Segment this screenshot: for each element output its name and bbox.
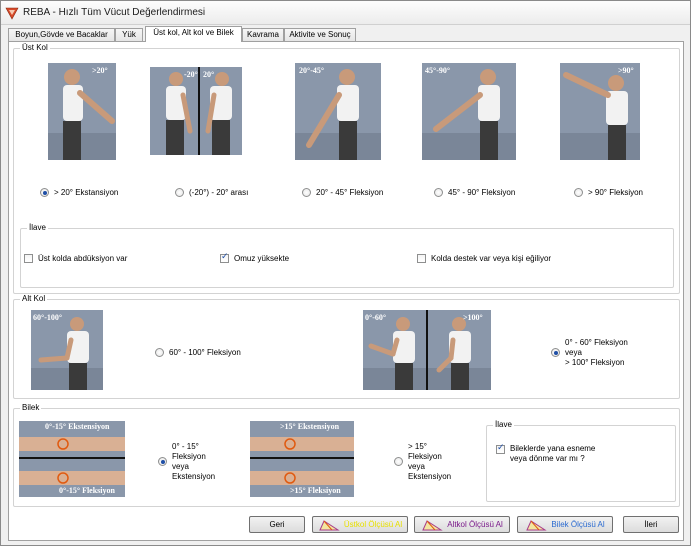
- upper-arm-extension-image: >20°: [48, 63, 116, 160]
- upper-arm-flexion-45-90-image: 45°-90°: [422, 63, 516, 160]
- lower-arm-other-overlay-right: >100°: [463, 313, 483, 322]
- wrist-0-15-image: 0°-15° Ekstensiyon 0°-15° Fleksiyon: [19, 421, 125, 497]
- wrist-over-15-label-line2[interactable]: Fleksiyon: [408, 452, 442, 462]
- abduction-checkbox[interactable]: [24, 254, 33, 263]
- next-button[interactable]: İleri: [623, 516, 679, 533]
- wrist-twist-label-line2[interactable]: veya dönme var mı ?: [510, 454, 585, 464]
- wrist-measure-label: Bilek Ölçüsü Al: [551, 520, 605, 529]
- lower-arm-60-100-overlay: 60°-100°: [33, 313, 63, 322]
- upper-arm-extension-overlay: >20°: [92, 66, 108, 75]
- lower-arm-measure-button[interactable]: Altkol Ölçüsü Al: [414, 516, 510, 533]
- window-title: REBA - Hızlı Tüm Vücut Değerlendirmesi: [23, 7, 206, 18]
- upper-arm-flexion-90-label[interactable]: > 90° Fleksiyon: [588, 188, 643, 198]
- arm-supported-checkbox[interactable]: [417, 254, 426, 263]
- wrist-0-15-overlay-bottom: 0°-15° Fleksiyon: [59, 486, 115, 495]
- tab-neck-trunk-legs[interactable]: Boyun,Gövde ve Bacaklar: [8, 28, 115, 42]
- lower-arm-group: Alt Kol 60°-100° 60° - 100° Fleksiyon 0°…: [13, 294, 680, 399]
- wrist-0-15-overlay-top: 0°-15° Ekstensiyon: [45, 422, 110, 431]
- wrist-over-15-radio[interactable]: [394, 457, 403, 466]
- upper-arm-flexion-45-90-overlay: 45°-90°: [425, 66, 451, 75]
- wrist-over-15-overlay-top: >15° Ekstensiyon: [280, 422, 340, 431]
- lower-arm-other-radio[interactable]: [551, 348, 560, 357]
- lower-arm-60-100-image: 60°-100°: [31, 310, 103, 390]
- protractor-icon: [526, 519, 548, 530]
- wrist-twist-checkbox[interactable]: [496, 443, 505, 454]
- lower-arm-legend: Alt Kol: [20, 294, 48, 303]
- upper-arm-legend: Üst Kol: [20, 43, 50, 52]
- tab-load[interactable]: Yük: [115, 28, 143, 42]
- upper-arm-extra-group: İlave Üst kolda abdüksiyon var Omuz yüks…: [20, 223, 674, 288]
- upper-arm-neutral-image: -20° 20°: [150, 67, 242, 155]
- protractor-icon: [422, 519, 443, 530]
- app-window: REBA - Hızlı Tüm Vücut Değerlendirmesi B…: [0, 0, 691, 546]
- tab-upper-lower-arm-wrist[interactable]: Üst kol, Alt kol ve Bilek: [145, 26, 242, 42]
- wrist-0-15-label-line4[interactable]: Ekstensiyon: [172, 472, 215, 482]
- upper-arm-flexion-20-45-overlay: 20°-45°: [299, 66, 325, 75]
- tab-activity-result[interactable]: Aktivite ve Sonuç: [284, 28, 356, 42]
- upper-arm-measure-button[interactable]: Üstkol Ölçüsü Al: [312, 516, 408, 533]
- shoulder-raised-label[interactable]: Omuz yüksekte: [234, 254, 289, 264]
- wrist-0-15-label-line2[interactable]: Fleksiyon: [172, 452, 206, 462]
- upper-arm-neutral-overlay-right: 20°: [203, 70, 215, 79]
- wrist-measure-button[interactable]: Bilek Ölçüsü Al: [517, 516, 613, 533]
- upper-arm-flexion-45-90-radio[interactable]: [434, 188, 443, 197]
- arm-supported-label[interactable]: Kolda destek var veya kişi eğiliyor: [431, 254, 551, 264]
- wrist-over-15-image: >15° Ekstensiyon >15° Fleksiyon: [250, 421, 354, 497]
- wrist-legend: Bilek: [20, 403, 42, 412]
- next-button-label: İleri: [644, 520, 658, 529]
- upper-arm-neutral-label[interactable]: (-20°) - 20° arası: [189, 188, 248, 198]
- upper-arm-flexion-45-90-label[interactable]: 45° - 90° Fleksiyon: [448, 188, 515, 198]
- upper-arm-flexion-90-radio[interactable]: [574, 188, 583, 197]
- wrist-extra-legend: İlave: [493, 420, 514, 429]
- abduction-label[interactable]: Üst kolda abdüksiyon var: [38, 254, 127, 264]
- wrist-over-15-label-line1[interactable]: > 15°: [408, 442, 427, 452]
- upper-arm-extension-label[interactable]: > 20° Ekstansiyon: [54, 188, 118, 198]
- tab-content: Üst Kol >20° -20° 20° 20°-45° 45°-90° >9…: [8, 41, 684, 541]
- back-button-label: Geri: [269, 520, 285, 529]
- upper-arm-flexion-20-45-label[interactable]: 20° - 45° Fleksiyon: [316, 188, 383, 198]
- wrist-over-15-label-line4[interactable]: Ekstensiyon: [408, 472, 451, 482]
- upper-arm-flexion-20-45-radio[interactable]: [302, 188, 311, 197]
- shoulder-raised-checkbox[interactable]: [220, 252, 229, 263]
- wrist-twist-label-line1[interactable]: Bileklerde yana esneme: [510, 444, 595, 454]
- wrist-group: Bilek 0°-15° Ekstensiyon 0°-15° Fleksiyo…: [13, 403, 680, 507]
- lower-arm-other-overlay-left: 0°-60°: [365, 313, 387, 322]
- app-logo-icon: [5, 7, 19, 20]
- upper-arm-neutral-overlay-left: -20°: [184, 70, 198, 79]
- wrist-0-15-label-line3[interactable]: veya: [172, 462, 189, 472]
- lower-arm-60-100-label[interactable]: 60° - 100° Fleksiyon: [169, 348, 241, 358]
- wrist-over-15-overlay-bottom: >15° Fleksiyon: [290, 486, 341, 495]
- upper-arm-neutral-radio[interactable]: [175, 188, 184, 197]
- upper-arm-measure-label: Üstkol Ölçüsü Al: [343, 520, 403, 529]
- wrist-0-15-label-line1[interactable]: 0° - 15°: [172, 442, 199, 452]
- lower-arm-other-label-line2[interactable]: veya: [565, 348, 582, 358]
- upper-arm-flexion-20-45-image: 20°-45°: [295, 63, 381, 160]
- wrist-0-15-radio[interactable]: [158, 457, 167, 466]
- protractor-icon: [319, 519, 340, 530]
- upper-arm-flexion-90-image: >90°: [560, 63, 640, 160]
- upper-arm-group: Üst Kol >20° -20° 20° 20°-45° 45°-90° >9…: [13, 43, 680, 294]
- lower-arm-measure-label: Altkol Ölçüsü Al: [447, 520, 503, 529]
- tab-coupling[interactable]: Kavrama: [242, 28, 284, 42]
- back-button[interactable]: Geri: [249, 516, 305, 533]
- lower-arm-60-100-radio[interactable]: [155, 348, 164, 357]
- upper-arm-flexion-90-overlay: >90°: [618, 66, 634, 75]
- lower-arm-other-label-line1[interactable]: 0° - 60° Fleksiyon: [565, 338, 628, 348]
- title-bar[interactable]: REBA - Hızlı Tüm Vücut Değerlendirmesi: [1, 1, 690, 25]
- upper-arm-extension-radio[interactable]: [40, 188, 49, 197]
- upper-arm-extra-legend: İlave: [27, 223, 48, 232]
- wrist-over-15-label-line3[interactable]: veya: [408, 462, 425, 472]
- lower-arm-other-image: 0°-60° >100°: [363, 310, 491, 390]
- lower-arm-other-label-line3[interactable]: > 100° Fleksiyon: [565, 358, 624, 368]
- wrist-extra-group: İlave Bileklerde yana esneme veya dönme …: [486, 420, 676, 502]
